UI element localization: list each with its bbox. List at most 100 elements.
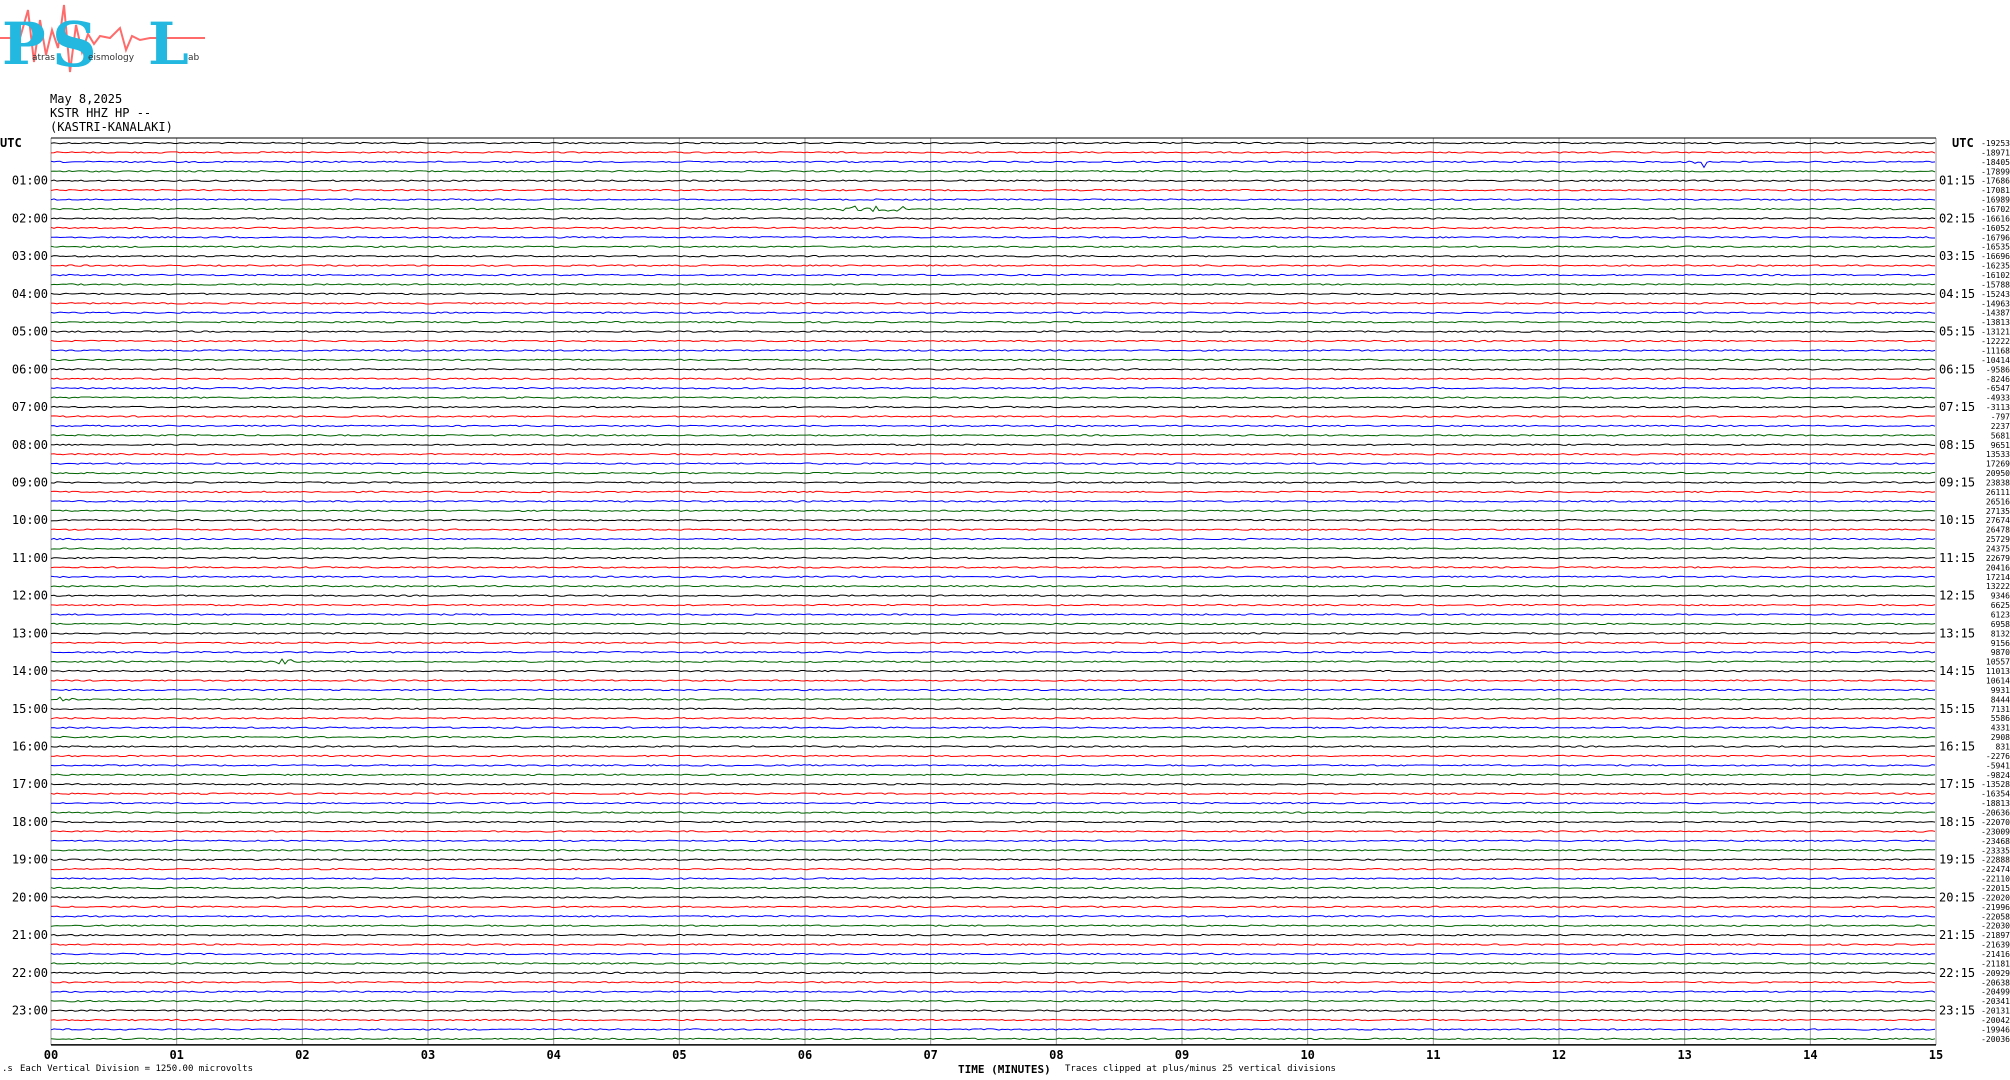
hour-label-left: 04:00 — [12, 287, 48, 301]
hour-label-right: 22:15 — [1939, 966, 1975, 980]
trace-line — [50, 896, 1936, 899]
trace-line — [50, 669, 1936, 673]
row-offset-label: -10414 — [1981, 356, 2010, 365]
x-tick-label: 01 — [169, 1048, 183, 1062]
hour-label-left: 13:00 — [12, 626, 48, 640]
trace-line — [50, 962, 1936, 965]
hour-label-right: 07:15 — [1939, 400, 1975, 414]
hour-label-left: 12:00 — [12, 589, 48, 603]
trace-line — [50, 349, 1936, 352]
row-offset-label: -5941 — [1986, 761, 2010, 770]
trace-line — [50, 858, 1936, 861]
x-tick-label: 12 — [1552, 1048, 1566, 1062]
row-offset-label: 8132 — [1991, 629, 2010, 638]
row-offset-label: -22474 — [1981, 865, 2010, 874]
trace-line — [50, 820, 1936, 824]
trace-line — [50, 254, 1936, 258]
trace-line — [50, 811, 1936, 814]
row-offset-label: -16235 — [1981, 262, 2010, 271]
hour-label-right: 08:15 — [1939, 438, 1975, 452]
trace-line — [50, 471, 1936, 475]
row-offset-label: 26111 — [1986, 488, 2010, 497]
row-offset-label: -22110 — [1981, 875, 2010, 884]
trace-line — [50, 1037, 1936, 1041]
trace-line — [50, 764, 1936, 767]
hour-label-left: 10:00 — [12, 513, 48, 527]
trace-line — [50, 952, 1936, 956]
trace-line — [50, 292, 1936, 296]
row-offset-label: -13813 — [1981, 318, 2010, 327]
row-offset-label: 26478 — [1986, 526, 2010, 535]
row-offset-label: -20131 — [1981, 1007, 2010, 1016]
trace-line — [50, 151, 1936, 154]
hour-label-right: 04:15 — [1939, 287, 1975, 301]
x-tick-label: 08 — [1049, 1048, 1063, 1062]
row-offset-label: -17686 — [1981, 177, 2010, 186]
footer-scale-note: Each Vertical Division = 1250.00 microvo… — [20, 1064, 253, 1074]
hour-label-right: 10:15 — [1939, 513, 1975, 527]
row-offset-label: -19253 — [1981, 139, 2010, 148]
hour-label-left: 16:00 — [12, 740, 48, 754]
footer-clip-note: Traces clipped at plus/minus 25 vertical… — [1065, 1064, 1336, 1074]
row-offset-label: 2237 — [1991, 422, 2010, 431]
trace-line — [50, 264, 1936, 267]
row-offset-label: 26516 — [1986, 497, 2010, 506]
hour-label-right: 21:15 — [1939, 928, 1975, 942]
trace-line — [50, 566, 1936, 569]
trace-line — [50, 405, 1936, 409]
row-offset-label: 23838 — [1986, 478, 2010, 487]
trace-line — [50, 594, 1936, 597]
hour-label-right: 09:15 — [1939, 475, 1975, 489]
row-offset-label: 27674 — [1986, 516, 2010, 525]
trace-line — [50, 981, 1936, 984]
row-offset-label: -12222 — [1981, 337, 2010, 346]
trace-line — [50, 575, 1936, 578]
trace-line — [50, 603, 1936, 607]
trace-line — [50, 415, 1936, 418]
row-offset-label: 20950 — [1986, 469, 2010, 478]
trace-line — [50, 726, 1936, 729]
row-offset-label: -22020 — [1981, 893, 2010, 902]
trace-line — [50, 971, 1936, 975]
trace-line — [50, 830, 1936, 833]
row-offset-label: -21639 — [1981, 941, 2010, 950]
left-utc-header: UTC — [0, 136, 22, 150]
trace-line — [50, 528, 1936, 531]
row-offset-label: -21416 — [1981, 950, 2010, 959]
hour-label-left: 03:00 — [12, 249, 48, 263]
row-offset-label: -20042 — [1981, 1016, 2010, 1025]
row-offset-label: 11013 — [1986, 667, 2010, 676]
row-offset-label: -18971 — [1981, 148, 2010, 157]
hour-label-left: 21:00 — [12, 928, 48, 942]
hour-label-left: 02:00 — [12, 211, 48, 225]
trace-line — [50, 452, 1936, 456]
x-tick-label: 06 — [798, 1048, 812, 1062]
row-offset-label: 6123 — [1991, 611, 2010, 620]
x-tick-label: 10 — [1300, 1048, 1314, 1062]
trace-line — [50, 651, 1936, 654]
trace-line — [50, 311, 1936, 314]
trace-line — [50, 658, 1936, 665]
row-offset-label: -16052 — [1981, 224, 2010, 233]
row-offset-label: -16796 — [1981, 233, 2010, 242]
hour-label-left: 06:00 — [12, 362, 48, 376]
row-offset-label: 20416 — [1986, 563, 2010, 572]
hour-label-left: 08:00 — [12, 438, 48, 452]
x-tick-label: 03 — [421, 1048, 435, 1062]
trace-line — [50, 933, 1936, 937]
trace-line — [50, 632, 1936, 635]
row-offset-label: -797 — [1991, 412, 2010, 421]
trace-line — [50, 716, 1936, 720]
row-offset-label: 24375 — [1986, 544, 2010, 553]
trace-line — [50, 849, 1936, 852]
row-offset-label: 25729 — [1986, 535, 2010, 544]
row-offset-label: -20036 — [1981, 1035, 2010, 1044]
trace-line — [50, 424, 1936, 428]
trace-line — [50, 509, 1936, 512]
row-offset-label: 5586 — [1991, 714, 2010, 723]
trace-line — [50, 518, 1936, 522]
row-offset-label: -15788 — [1981, 280, 2010, 289]
row-offset-label: -18813 — [1981, 799, 2010, 808]
trace-line — [50, 867, 1936, 871]
trace-line — [50, 877, 1936, 880]
